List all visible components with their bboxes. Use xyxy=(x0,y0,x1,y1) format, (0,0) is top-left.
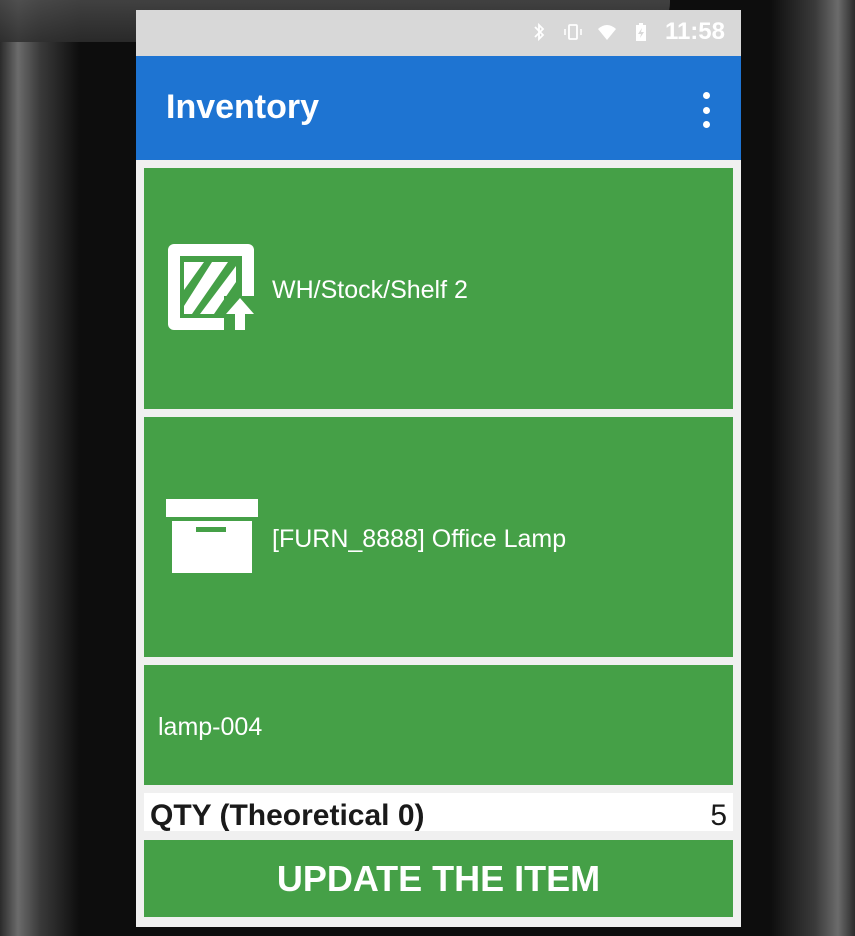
lot-card[interactable]: lamp-004 xyxy=(144,665,733,785)
vibrate-icon xyxy=(564,24,582,40)
status-time: 11:58 xyxy=(664,18,725,45)
app-bar: Inventory xyxy=(136,56,741,160)
location-card[interactable]: WH/Stock/Shelf 2 xyxy=(144,168,733,409)
archive-box-icon xyxy=(166,499,258,573)
status-bar: 11:58 xyxy=(136,10,741,56)
battery-charging-icon xyxy=(635,23,646,41)
phone-screen: 11:58 Inventory WH/Stock/Shelf 2 [FURN_8… xyxy=(136,10,741,927)
bluetooth-icon xyxy=(534,22,545,42)
quantity-row[interactable]: QTY (Theoretical 0) 5 xyxy=(144,793,733,833)
update-item-button[interactable]: UPDATE THE ITEM xyxy=(144,840,733,917)
location-label: WH/Stock/Shelf 2 xyxy=(272,276,468,304)
location-shelf-icon xyxy=(168,244,258,334)
quantity-label: QTY (Theoretical 0) xyxy=(150,799,425,832)
app-title: Inventory xyxy=(166,88,320,126)
wifi-icon xyxy=(597,25,616,40)
lot-label: lamp-004 xyxy=(158,713,263,741)
status-icons: 11:58 xyxy=(529,18,725,46)
product-card[interactable]: [FURN_8888] Office Lamp xyxy=(144,417,733,657)
product-label: [FURN_8888] Office Lamp xyxy=(272,525,567,553)
overflow-menu-icon[interactable] xyxy=(699,92,713,128)
quantity-value[interactable]: 5 xyxy=(710,799,727,833)
